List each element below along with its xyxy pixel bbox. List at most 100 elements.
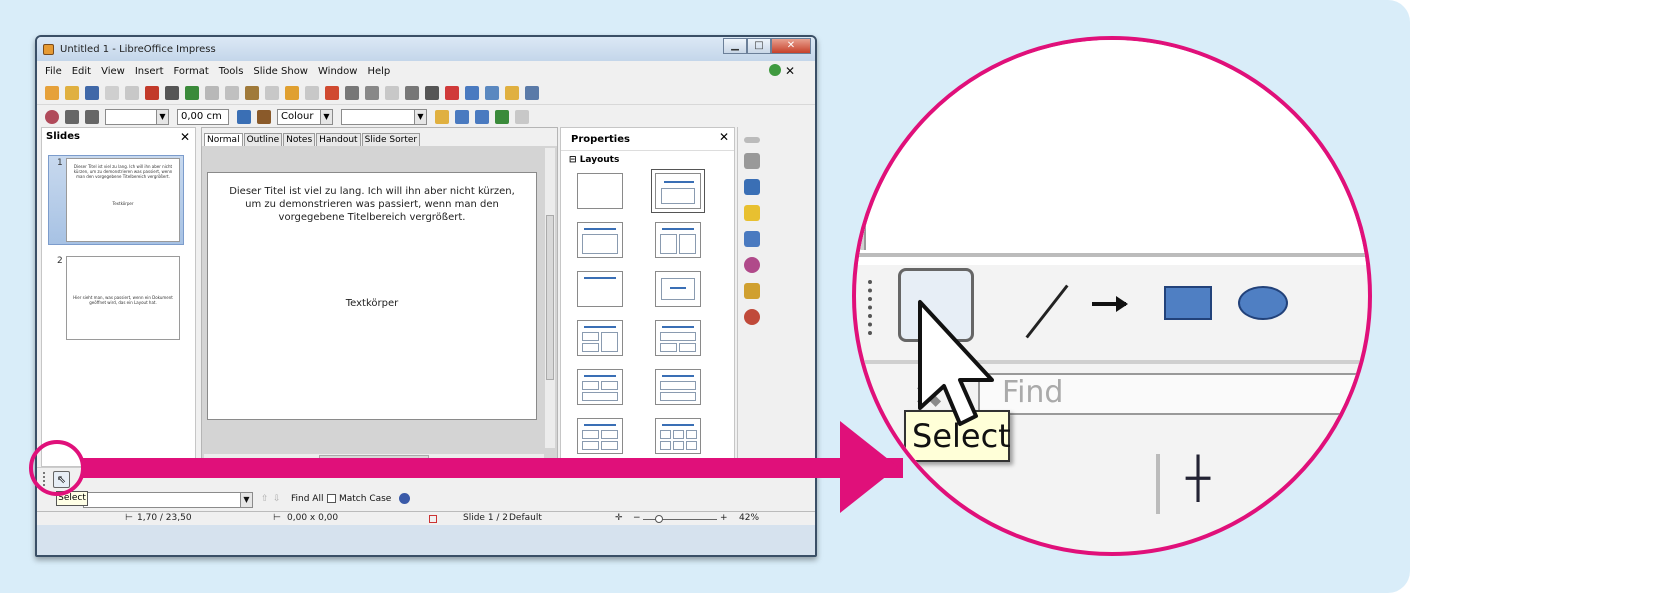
- layouts-icon[interactable]: [743, 179, 760, 195]
- layout-content-6[interactable]: [577, 418, 623, 454]
- open-icon[interactable]: [65, 85, 79, 100]
- chart-icon[interactable]: [325, 85, 339, 100]
- tab-outline[interactable]: Outline: [243, 133, 283, 146]
- slide-thumbnail[interactable]: Dieser Titel ist viel zu lang. Ich will …: [66, 158, 180, 242]
- menu-format[interactable]: Format: [174, 66, 209, 77]
- layout-content-7[interactable]: [655, 418, 701, 454]
- slide-layout-icon[interactable]: [505, 85, 519, 100]
- animation-icon[interactable]: [743, 205, 760, 221]
- status-zoom[interactable]: 42%: [739, 513, 759, 523]
- zoom-out-icon[interactable]: −: [633, 513, 641, 523]
- styles-icon[interactable]: [743, 257, 760, 273]
- save-icon[interactable]: [85, 85, 99, 100]
- redo-icon[interactable]: [305, 85, 319, 100]
- layout-content-2[interactable]: [577, 320, 623, 356]
- line-color-icon[interactable]: [237, 109, 251, 124]
- layout-content-5[interactable]: [655, 369, 701, 405]
- slideshow-icon[interactable]: [525, 85, 539, 100]
- line-end-icon[interactable]: [85, 109, 99, 124]
- selection-mode-icon[interactable]: ✛: [615, 513, 623, 523]
- find-next-icon[interactable]: ⇩: [273, 494, 281, 504]
- export-pdf-icon[interactable]: [145, 85, 159, 100]
- slide-thumbnail[interactable]: Hier sieht man, was passiert, wenn ein D…: [66, 256, 180, 340]
- vertical-scrollbar[interactable]: [545, 148, 555, 448]
- navigator-icon[interactable]: [465, 85, 479, 100]
- line-style-icon[interactable]: [65, 109, 79, 124]
- find-replace-icon[interactable]: [399, 493, 410, 504]
- spellcheck-icon[interactable]: [185, 85, 199, 100]
- menu-help[interactable]: Help: [367, 66, 390, 77]
- copy-icon[interactable]: [225, 85, 239, 100]
- zoom-icon[interactable]: [425, 85, 439, 100]
- tab-notes[interactable]: Notes: [283, 133, 316, 146]
- find-input[interactable]: ▼: [83, 492, 253, 508]
- find-previous-icon[interactable]: ⇧: [261, 494, 269, 504]
- clone-icon[interactable]: [265, 85, 279, 100]
- area-style-combo[interactable]: Colour ▼: [277, 108, 333, 125]
- edit-file-icon[interactable]: [125, 85, 139, 100]
- layout-blank[interactable]: [577, 173, 623, 209]
- sidebar-menu-icon[interactable]: [743, 137, 760, 143]
- cut-icon[interactable]: [205, 85, 219, 100]
- grid-icon[interactable]: [385, 85, 399, 100]
- paste-icon[interactable]: [245, 85, 259, 100]
- layout-title-content-2[interactable]: [577, 222, 623, 258]
- layout-title-content[interactable]: [651, 169, 705, 213]
- tab-normal[interactable]: Normal: [204, 133, 243, 146]
- slide-title-text[interactable]: Dieser Titel ist viel zu lang. Ich will …: [228, 185, 516, 224]
- update-icon[interactable]: [769, 64, 781, 76]
- media-icon[interactable]: [365, 85, 379, 100]
- slide-canvas[interactable]: Dieser Titel ist viel zu lang. Ich will …: [207, 172, 537, 420]
- zoom-in-icon[interactable]: +: [720, 513, 728, 523]
- match-case-checkbox[interactable]: [327, 494, 336, 503]
- status-master[interactable]: Default: [509, 513, 542, 523]
- line-arrow-style-icon[interactable]: [45, 109, 59, 124]
- menu-window[interactable]: Window: [318, 66, 357, 77]
- help-icon[interactable]: [445, 85, 459, 100]
- undo-icon[interactable]: [285, 85, 299, 100]
- slide-body-text[interactable]: Textkörper: [208, 298, 536, 309]
- layout-content-3[interactable]: [655, 320, 701, 356]
- gallery-icon[interactable]: [743, 283, 760, 299]
- menu-tools[interactable]: Tools: [219, 66, 244, 77]
- print-icon[interactable]: [165, 85, 179, 100]
- tab-slide-sorter[interactable]: Slide Sorter: [361, 133, 421, 146]
- close-window-button[interactable]: ✕: [771, 38, 811, 54]
- layout-centered-text[interactable]: [655, 271, 701, 307]
- area-icon[interactable]: [257, 109, 271, 124]
- close-icon[interactable]: ✕: [180, 130, 190, 144]
- align-icon[interactable]: [475, 109, 489, 124]
- layout-content-4[interactable]: [577, 369, 623, 405]
- menu-file[interactable]: File: [45, 66, 62, 77]
- email-icon[interactable]: [105, 85, 119, 100]
- layout-title-only[interactable]: [577, 271, 623, 307]
- arrange-icon[interactable]: [495, 109, 509, 124]
- tab-handout[interactable]: Handout: [316, 133, 361, 146]
- transition-icon[interactable]: [743, 231, 760, 247]
- minimize-button[interactable]: ▁: [723, 38, 747, 54]
- zoom-slider-knob[interactable]: [655, 515, 663, 523]
- maximize-button[interactable]: □: [747, 38, 771, 54]
- scroll-thumb[interactable]: [546, 215, 554, 380]
- menu-view[interactable]: View: [101, 66, 125, 77]
- table-icon[interactable]: [345, 85, 359, 100]
- find-all-button[interactable]: Find All: [291, 494, 323, 504]
- points-icon[interactable]: [515, 109, 529, 124]
- close-document-button[interactable]: ✕: [785, 64, 795, 78]
- line-style-combo[interactable]: ▼: [105, 108, 169, 125]
- shadow-icon[interactable]: [435, 109, 449, 124]
- new-icon[interactable]: [45, 85, 59, 100]
- display-view-icon[interactable]: [485, 85, 499, 100]
- area-fill-combo[interactable]: ▼: [341, 108, 427, 125]
- menu-insert[interactable]: Insert: [135, 66, 164, 77]
- draw-functions-icon[interactable]: [405, 85, 419, 100]
- wrench-icon[interactable]: [743, 153, 760, 169]
- layouts-section-header[interactable]: ⊟ Layouts: [561, 150, 734, 169]
- navigator-icon[interactable]: [743, 309, 760, 325]
- line-width-field[interactable]: 0,00 cm: [177, 108, 229, 125]
- transformations-icon[interactable]: [455, 109, 469, 124]
- layout-title-2-content[interactable]: [655, 222, 701, 258]
- menu-edit[interactable]: Edit: [72, 66, 91, 77]
- close-icon[interactable]: ✕: [719, 130, 729, 144]
- menu-slide-show[interactable]: Slide Show: [253, 66, 308, 77]
